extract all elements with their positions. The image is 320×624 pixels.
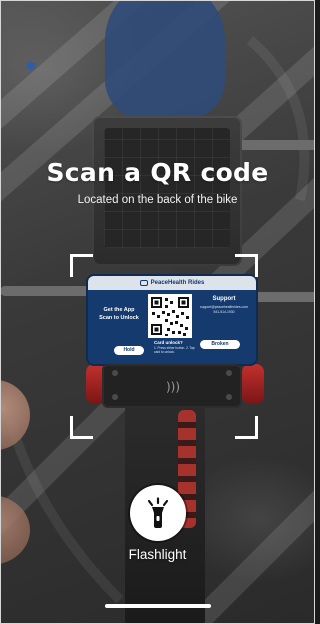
flashlight-icon <box>147 497 169 528</box>
broken-button-label: Broken <box>200 340 240 349</box>
support-contact: support@peacehealthrides.com 541-514-193… <box>200 305 248 314</box>
brand-name: PeaceHealth Rides <box>150 280 205 286</box>
page-title: Scan a QR code <box>46 158 269 187</box>
bike-fender <box>105 0 225 120</box>
app-line-1: Get the App <box>103 307 135 313</box>
qr-code <box>148 294 192 338</box>
screw <box>226 370 232 376</box>
screw <box>112 370 118 376</box>
flashlight-label[interactable]: Flashlight <box>0 547 315 562</box>
qr-code-icon <box>148 294 192 338</box>
card-unlock-steps: 1. Press either button. 2. Tap card to u… <box>154 346 195 354</box>
flashlight-button[interactable] <box>130 485 186 541</box>
app-line-2: Scan to Unlock <box>99 315 139 321</box>
screw <box>112 394 118 400</box>
scan-frame-corner <box>235 254 258 277</box>
bike-basket-grid <box>104 128 230 248</box>
qr-scanner-screen: ✱ Scan a QR code Located on the back of … <box>0 0 315 624</box>
home-indicator[interactable] <box>105 604 211 608</box>
bike-rack-bar <box>235 140 315 150</box>
nfc-icon: ))) <box>165 380 181 394</box>
support-title: Support <box>212 296 236 302</box>
tail-light-right <box>242 364 264 404</box>
scan-frame-corner <box>235 416 258 439</box>
brand-logo-icon <box>139 280 148 286</box>
screw <box>226 394 232 400</box>
support-info: Support support@peacehealthrides.com 541… <box>198 296 250 314</box>
lock-panel: PeaceHealth Rides Get the App Scan to Un… <box>88 276 256 364</box>
app-instructions: Get the App Scan to Unlock <box>96 306 142 322</box>
page-subtitle: Located on the back of the bike <box>77 194 238 206</box>
card-unlock-title: Card unlock? <box>154 340 183 345</box>
bike-share-icon: ✱ <box>25 59 37 75</box>
hold-button-label: Hold <box>114 346 144 355</box>
bike-rack-bar <box>0 286 90 296</box>
card-unlock-info: Card unlock? 1. Press either button. 2. … <box>154 340 198 354</box>
scan-frame-corner <box>70 416 93 439</box>
scan-frame-corner <box>70 254 93 277</box>
lock-panel-header: PeaceHealth Rides <box>88 276 256 290</box>
